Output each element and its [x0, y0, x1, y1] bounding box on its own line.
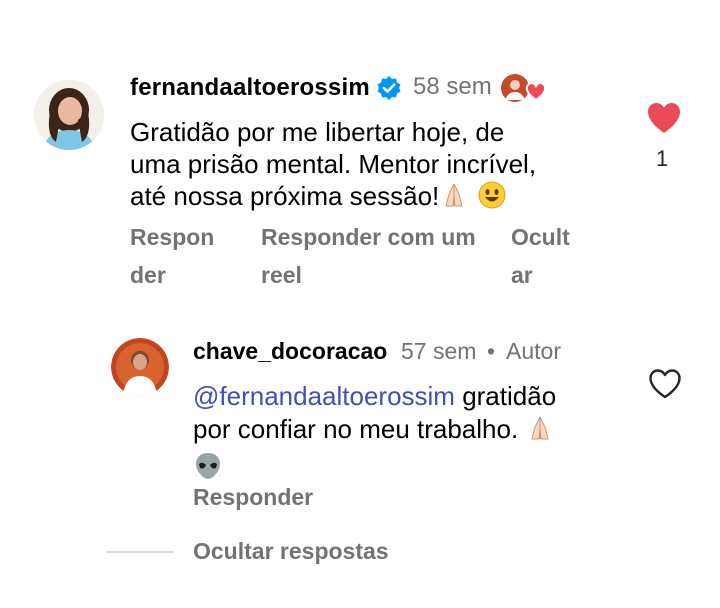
comment-text-line: Gratidão por me libertar hoje, de	[130, 117, 505, 147]
reply-username[interactable]: chave_docoracao	[193, 338, 387, 365]
comment-text: Gratidão por me libertar hoje, de uma pr…	[130, 116, 600, 217]
replies-divider-line	[107, 551, 173, 553]
reply-button[interactable]: Respon der	[130, 218, 220, 294]
author-liked-badge-icon	[500, 72, 548, 106]
comment-actions: Respon der Responder com um reel Ocult a…	[130, 218, 590, 294]
mention-link[interactable]: @fernandaaltoerossim	[193, 381, 455, 411]
comment-timestamp: 58 sem	[413, 73, 492, 100]
hide-comment-label: ar	[511, 262, 533, 288]
reply-text-segment: por confiar no meu trabalho.	[193, 414, 519, 444]
commenter-avatar[interactable]	[34, 80, 104, 150]
comment-text-segment: até nossa próxima sessão!	[130, 181, 440, 211]
hide-replies-button[interactable]: Ocultar respostas	[193, 538, 389, 565]
reply-button-label: Respon	[130, 224, 215, 250]
reply-text-segment: gratidão	[454, 381, 557, 411]
comment-text-line: uma prisão mental. Mentor incrível,	[130, 149, 537, 179]
like-button-filled-heart-icon[interactable]	[646, 101, 682, 135]
verified-badge-icon	[376, 75, 402, 101]
folded-hands-icon	[439, 180, 469, 217]
separator-dot: •	[487, 338, 496, 364]
reply-with-reel-label: reel	[261, 262, 302, 288]
reply-timestamp: 57 sem	[401, 338, 477, 364]
like-button-heart-outline-icon[interactable]	[648, 368, 682, 400]
reply-with-reel-button[interactable]: Responder com um reel	[261, 218, 486, 294]
reply-author-avatar[interactable]	[111, 338, 169, 396]
hide-comment-label: Ocult	[511, 224, 570, 250]
reply-to-reply-button[interactable]: Responder	[193, 484, 313, 511]
reply-button-label: der	[130, 262, 166, 288]
hide-comment-button[interactable]: Ocult ar	[511, 218, 581, 294]
reply-text: @fernandaaltoerossim gratidão por confia…	[193, 380, 613, 489]
reply-text-line: @fernandaaltoerossim gratidão	[193, 380, 613, 413]
folded-hands-icon	[525, 413, 555, 451]
commenter-username[interactable]: fernandaaltoerossim	[130, 74, 370, 102]
reply-with-reel-label: Responder com um	[261, 224, 476, 250]
smiling-face-icon	[477, 180, 507, 217]
comment-text-line: até nossa próxima sessão!	[130, 180, 600, 217]
reply-text-line: por confiar no meu trabalho.	[193, 413, 613, 451]
author-label: Autor	[506, 338, 561, 364]
like-count[interactable]: 1	[656, 146, 668, 172]
